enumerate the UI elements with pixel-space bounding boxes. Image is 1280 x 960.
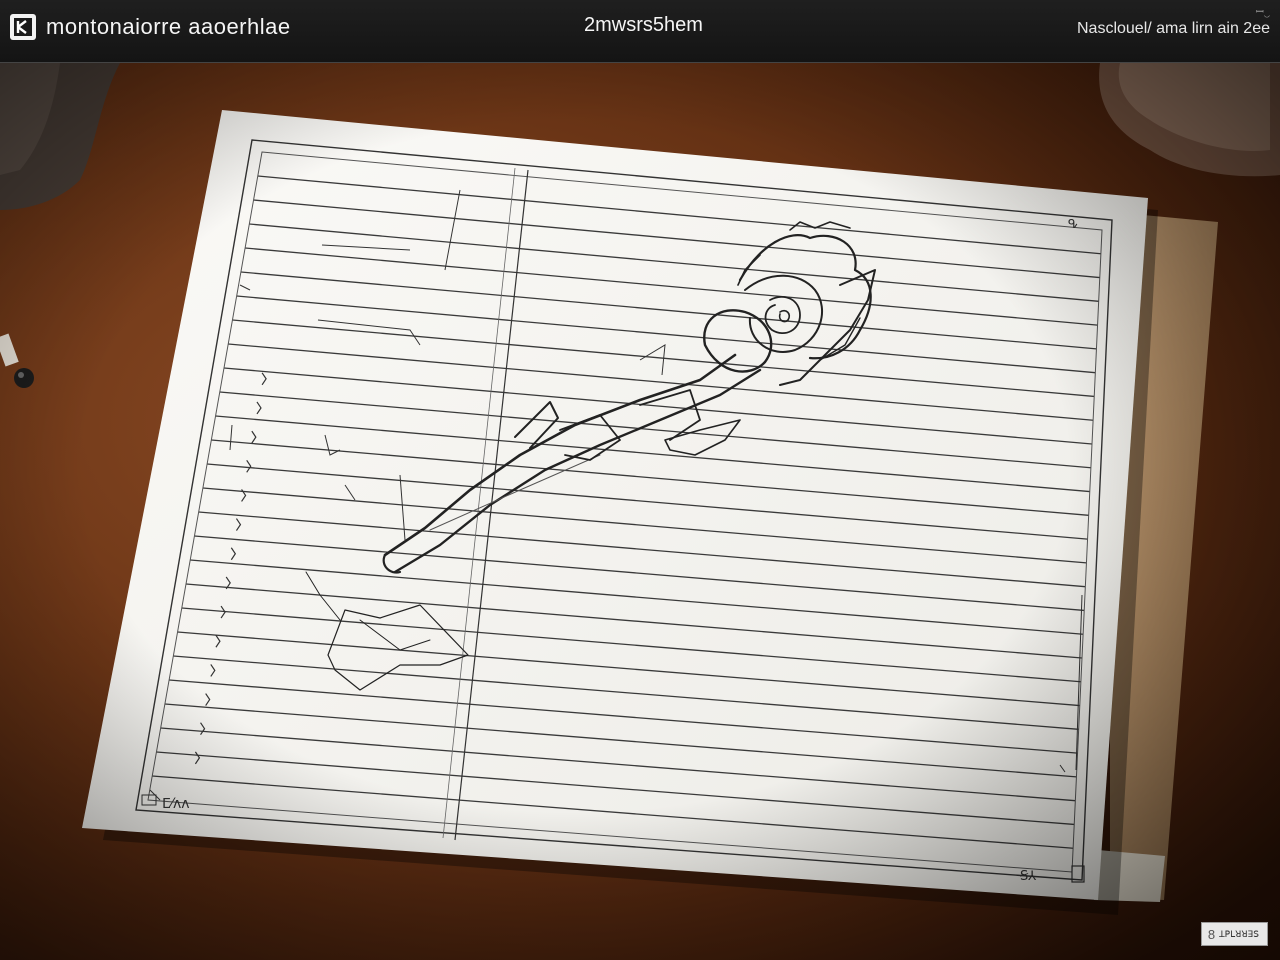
sketch-canvas[interactable]: ⵎ⁄ᴧᴧ Ꞩ⅄ ᕴ xyxy=(0,63,1280,960)
document-title: 2mwsrs5hem xyxy=(584,14,703,36)
app-title: montonaiorre aaoerhlae xyxy=(46,14,291,39)
corner-mark: ꟷ‿ xyxy=(1255,7,1270,18)
title-bar: montonaiorre aaoerhlae 2mwsrs5hem Nasclo… xyxy=(0,0,1280,63)
watermark-label: ꓕꓑꓡꓤꓤꓱꓢ xyxy=(1219,928,1259,939)
canvas-viewport[interactable]: ⵎ⁄ᴧᴧ Ꞩ⅄ ᕴ 8 ꓕꓑꓡꓤꓤꓱꓢ xyxy=(0,63,1280,960)
paper-top-right-mark: ᕴ xyxy=(1068,217,1078,231)
app-icon[interactable] xyxy=(10,14,36,40)
sketch-app-icon xyxy=(14,18,32,36)
watermark-glyph: 8 xyxy=(1207,926,1216,942)
paper-corner-label: ⵎ⁄ᴧᴧ xyxy=(162,796,190,812)
watermark-badge: 8 ꓕꓑꓡꓤꓤꓱꓢ xyxy=(1200,922,1268,946)
ruled-paper xyxy=(82,110,1148,900)
glass-shape xyxy=(1099,63,1280,177)
cloth-shape xyxy=(0,63,120,388)
paper-bottom-label: Ꞩ⅄ xyxy=(1020,869,1036,884)
status-text: Nasclouel/ ama lirn ain 2ee xyxy=(1077,20,1270,37)
